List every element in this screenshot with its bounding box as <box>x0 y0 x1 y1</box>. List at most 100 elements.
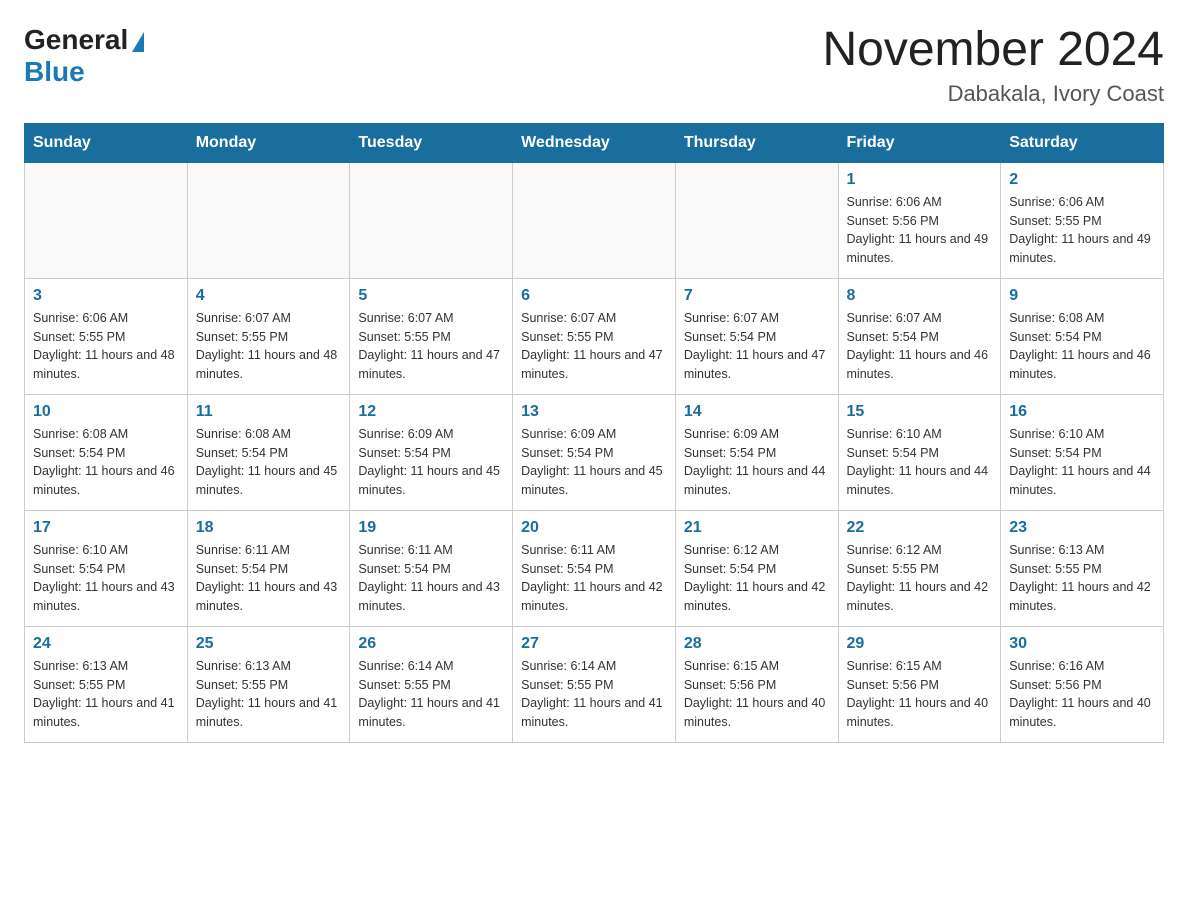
table-row: 22 Sunrise: 6:12 AM Sunset: 5:55 PM Dayli… <box>838 510 1001 626</box>
logo: General Blue <box>24 24 144 88</box>
table-row: 16 Sunrise: 6:10 AM Sunset: 5:54 PM Dayli… <box>1001 394 1164 510</box>
day-number: 22 <box>847 519 993 537</box>
day-info: Sunrise: 6:15 AM Sunset: 5:56 PM Dayligh… <box>847 657 993 732</box>
table-row: 9 Sunrise: 6:08 AM Sunset: 5:54 PM Daylig… <box>1001 278 1164 394</box>
table-row: 27 Sunrise: 6:14 AM Sunset: 5:55 PM Dayli… <box>513 626 676 742</box>
table-row: 11Sunrise: 6:08 AM Sunset: 5:54 PM Dayli… <box>187 394 350 510</box>
day-number: 19 <box>358 519 504 537</box>
col-wednesday: Wednesday <box>513 123 676 162</box>
day-number: 2 <box>1009 171 1155 189</box>
table-row: 14Sunrise: 6:09 AM Sunset: 5:54 PM Dayli… <box>675 394 838 510</box>
day-info: Sunrise: 6:09 AM Sunset: 5:54 PM Dayligh… <box>521 425 667 500</box>
day-number: 12 <box>358 403 504 421</box>
day-info: Sunrise: 6:14 AM Sunset: 5:55 PM Dayligh… <box>358 657 504 732</box>
day-number: 24 <box>33 635 179 653</box>
day-info: Sunrise: 6:07 AM Sunset: 5:55 PM Dayligh… <box>358 309 504 384</box>
day-number: 3 <box>33 287 179 305</box>
day-info: Sunrise: 6:13 AM Sunset: 5:55 PM Dayligh… <box>1009 541 1155 616</box>
table-row <box>25 162 188 278</box>
logo-blue-text: Blue <box>24 56 85 88</box>
day-number: 5 <box>358 287 504 305</box>
table-row <box>513 162 676 278</box>
day-info: Sunrise: 6:11 AM Sunset: 5:54 PM Dayligh… <box>521 541 667 616</box>
day-number: 29 <box>847 635 993 653</box>
col-sunday: Sunday <box>25 123 188 162</box>
table-row: 2 Sunrise: 6:06 AM Sunset: 5:55 PM Daylig… <box>1001 162 1164 278</box>
day-info: Sunrise: 6:10 AM Sunset: 5:54 PM Dayligh… <box>33 541 179 616</box>
day-info: Sunrise: 6:09 AM Sunset: 5:54 PM Dayligh… <box>358 425 504 500</box>
day-number: 27 <box>521 635 667 653</box>
day-info: Sunrise: 6:07 AM Sunset: 5:54 PM Dayligh… <box>684 309 830 384</box>
day-number: 23 <box>1009 519 1155 537</box>
location-subtitle: Dabakala, Ivory Coast <box>822 81 1164 107</box>
table-row: 30 Sunrise: 6:16 AM Sunset: 5:56 PM Dayli… <box>1001 626 1164 742</box>
day-number: 15 <box>847 403 993 421</box>
day-info: Sunrise: 6:13 AM Sunset: 5:55 PM Dayligh… <box>33 657 179 732</box>
table-row: 8 Sunrise: 6:07 AM Sunset: 5:54 PM Daylig… <box>838 278 1001 394</box>
col-tuesday: Tuesday <box>350 123 513 162</box>
day-number: 28 <box>684 635 830 653</box>
table-row: 24 Sunrise: 6:13 AM Sunset: 5:55 PM Dayli… <box>25 626 188 742</box>
day-info: Sunrise: 6:12 AM Sunset: 5:54 PM Dayligh… <box>684 541 830 616</box>
table-row: 19 Sunrise: 6:11 AM Sunset: 5:54 PM Dayli… <box>350 510 513 626</box>
day-info: Sunrise: 6:06 AM Sunset: 5:55 PM Dayligh… <box>33 309 179 384</box>
col-saturday: Saturday <box>1001 123 1164 162</box>
table-row: 18 Sunrise: 6:11 AM Sunset: 5:54 PM Dayli… <box>187 510 350 626</box>
day-number: 18 <box>196 519 342 537</box>
calendar-week-row: 3 Sunrise: 6:06 AM Sunset: 5:55 PM Daylig… <box>25 278 1164 394</box>
day-number: 6 <box>521 287 667 305</box>
day-info: Sunrise: 6:06 AM Sunset: 5:55 PM Dayligh… <box>1009 193 1155 268</box>
table-row: 10Sunrise: 6:08 AM Sunset: 5:54 PM Dayli… <box>25 394 188 510</box>
day-info: Sunrise: 6:14 AM Sunset: 5:55 PM Dayligh… <box>521 657 667 732</box>
day-number: 9 <box>1009 287 1155 305</box>
day-number: 4 <box>196 287 342 305</box>
table-row: 13Sunrise: 6:09 AM Sunset: 5:54 PM Dayli… <box>513 394 676 510</box>
day-info: Sunrise: 6:08 AM Sunset: 5:54 PM Dayligh… <box>196 425 342 500</box>
day-number: 1 <box>847 171 993 189</box>
table-row: 26Sunrise: 6:14 AM Sunset: 5:55 PM Dayli… <box>350 626 513 742</box>
table-row: 6Sunrise: 6:07 AM Sunset: 5:55 PM Daylig… <box>513 278 676 394</box>
col-thursday: Thursday <box>675 123 838 162</box>
day-number: 17 <box>33 519 179 537</box>
table-row: 17 Sunrise: 6:10 AM Sunset: 5:54 PM Dayli… <box>25 510 188 626</box>
logo-general-text: General <box>24 24 128 56</box>
day-number: 30 <box>1009 635 1155 653</box>
day-number: 8 <box>847 287 993 305</box>
table-row: 21 Sunrise: 6:12 AM Sunset: 5:54 PM Dayli… <box>675 510 838 626</box>
col-monday: Monday <box>187 123 350 162</box>
table-row: 5 Sunrise: 6:07 AM Sunset: 5:55 PM Daylig… <box>350 278 513 394</box>
table-row: 25 Sunrise: 6:13 AM Sunset: 5:55 PM Dayli… <box>187 626 350 742</box>
day-info: Sunrise: 6:10 AM Sunset: 5:54 PM Dayligh… <box>1009 425 1155 500</box>
day-info: Sunrise: 6:10 AM Sunset: 5:54 PM Dayligh… <box>847 425 993 500</box>
day-info: Sunrise: 6:07 AM Sunset: 5:54 PM Dayligh… <box>847 309 993 384</box>
table-row: 12 Sunrise: 6:09 AM Sunset: 5:54 PM Dayli… <box>350 394 513 510</box>
day-number: 20 <box>521 519 667 537</box>
calendar-week-row: 24 Sunrise: 6:13 AM Sunset: 5:55 PM Dayli… <box>25 626 1164 742</box>
table-row <box>350 162 513 278</box>
table-row: 23 Sunrise: 6:13 AM Sunset: 5:55 PM Dayli… <box>1001 510 1164 626</box>
day-info: Sunrise: 6:13 AM Sunset: 5:55 PM Dayligh… <box>196 657 342 732</box>
day-number: 7 <box>684 287 830 305</box>
day-info: Sunrise: 6:08 AM Sunset: 5:54 PM Dayligh… <box>1009 309 1155 384</box>
day-info: Sunrise: 6:16 AM Sunset: 5:56 PM Dayligh… <box>1009 657 1155 732</box>
calendar-week-row: 1Sunrise: 6:06 AM Sunset: 5:56 PM Daylig… <box>25 162 1164 278</box>
day-number: 25 <box>196 635 342 653</box>
day-info: Sunrise: 6:09 AM Sunset: 5:54 PM Dayligh… <box>684 425 830 500</box>
table-row: 1Sunrise: 6:06 AM Sunset: 5:56 PM Daylig… <box>838 162 1001 278</box>
day-info: Sunrise: 6:07 AM Sunset: 5:55 PM Dayligh… <box>196 309 342 384</box>
header-row: Sunday Monday Tuesday Wednesday Thursday… <box>25 123 1164 162</box>
calendar-table: Sunday Monday Tuesday Wednesday Thursday… <box>24 123 1164 743</box>
day-number: 21 <box>684 519 830 537</box>
day-info: Sunrise: 6:12 AM Sunset: 5:55 PM Dayligh… <box>847 541 993 616</box>
day-info: Sunrise: 6:08 AM Sunset: 5:54 PM Dayligh… <box>33 425 179 500</box>
calendar-week-row: 10Sunrise: 6:08 AM Sunset: 5:54 PM Dayli… <box>25 394 1164 510</box>
month-year-title: November 2024 <box>822 24 1164 77</box>
logo-triangle-icon <box>132 32 144 52</box>
day-info: Sunrise: 6:15 AM Sunset: 5:56 PM Dayligh… <box>684 657 830 732</box>
day-info: Sunrise: 6:11 AM Sunset: 5:54 PM Dayligh… <box>358 541 504 616</box>
table-row: 29 Sunrise: 6:15 AM Sunset: 5:56 PM Dayli… <box>838 626 1001 742</box>
day-info: Sunrise: 6:11 AM Sunset: 5:54 PM Dayligh… <box>196 541 342 616</box>
day-number: 16 <box>1009 403 1155 421</box>
col-friday: Friday <box>838 123 1001 162</box>
title-area: November 2024 Dabakala, Ivory Coast <box>822 24 1164 107</box>
